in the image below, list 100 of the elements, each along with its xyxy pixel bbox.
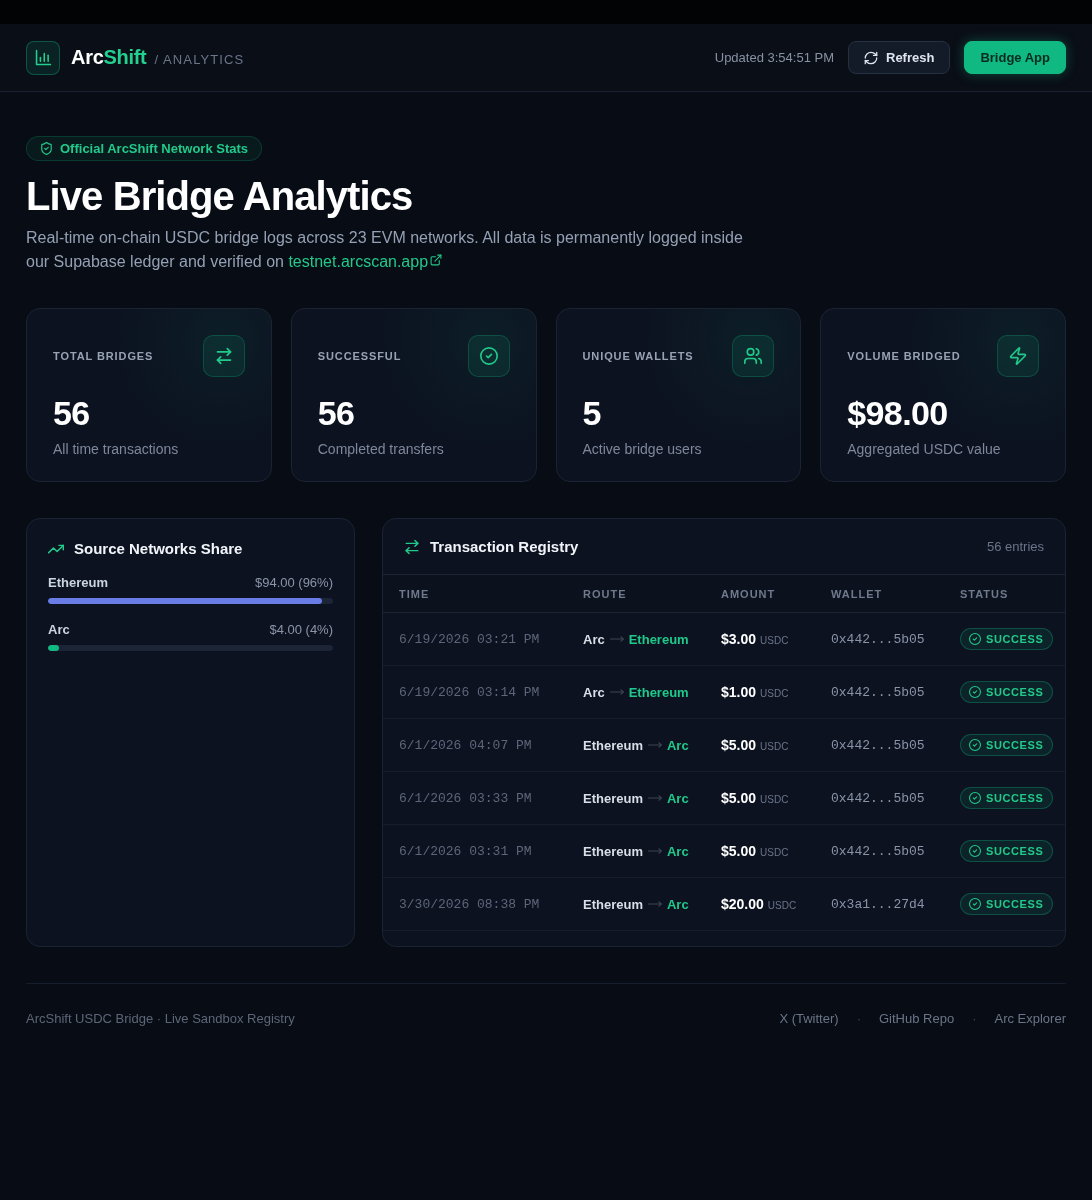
source-network: Ethereum — [583, 790, 643, 806]
separator-dot: · — [972, 1010, 977, 1028]
column-header: STATUS — [960, 587, 1009, 600]
time-cell: 6/1/2026 03:31 PM — [399, 843, 532, 859]
destination-network: Arc — [666, 896, 689, 912]
wallet-address: 0x442...5b05 — [831, 684, 925, 700]
column-header: TIME — [399, 587, 430, 600]
shield-check-icon — [40, 142, 53, 155]
amount-value: $5.00 — [721, 790, 757, 806]
refresh-button[interactable]: Refresh — [848, 41, 951, 74]
network-name: Arc — [48, 621, 70, 639]
check-circle-icon — [969, 739, 981, 751]
brand-name: ArcShift — [71, 46, 147, 69]
time-cell: 6/1/2026 03:33 PM — [399, 790, 532, 806]
check-circle-icon — [969, 686, 981, 698]
currency-unit: USDC — [760, 847, 789, 858]
stat-label: TOTAL BRIDGES — [53, 350, 154, 362]
footer-text: ArcShift USDC Bridge · Live Sandbox Registry — [26, 1010, 295, 1028]
wallet-address: 0x442...5b05 — [831, 737, 925, 753]
destination-network: Ethereum — [628, 684, 689, 700]
currency-unit: USDC — [760, 794, 789, 805]
panel-title: Transaction Registry — [430, 538, 579, 555]
footer-link[interactable]: X (Twitter) — [779, 1010, 839, 1028]
swap-arrows-icon — [202, 335, 245, 377]
time-cell: 6/19/2026 03:14 PM — [399, 684, 540, 700]
currency-unit: USDC — [767, 900, 797, 911]
status-text: SUCCESS — [986, 898, 1044, 910]
column-header: ROUTE — [583, 587, 627, 600]
source-network: Ethereum — [583, 737, 643, 753]
check-circle-icon — [969, 898, 981, 910]
updated-time: Updated 3:54:51 PM — [714, 50, 834, 65]
explorer-link[interactable]: testnet.arcscan.app — [288, 253, 443, 270]
check-circle-icon — [969, 845, 981, 857]
arrow-right-icon — [647, 901, 662, 907]
wallet-address: 0x442...5b05 — [831, 790, 925, 806]
source-network: Ethereum — [583, 843, 643, 859]
wallet-address: 0x442...5b05 — [831, 631, 925, 647]
wallet-address: 0x3a1...27d4 — [831, 896, 925, 912]
separator-dot: · — [856, 1010, 861, 1028]
column-header: WALLET — [831, 587, 883, 600]
column-header: AMOUNT — [721, 587, 776, 600]
bar-chart-icon — [26, 40, 60, 75]
currency-unit: USDC — [760, 635, 789, 646]
stat-label: UNIQUE WALLETS — [582, 350, 694, 362]
swap-arrows-icon — [404, 538, 420, 555]
status-text: SUCCESS — [986, 633, 1044, 645]
stat-value: 56 — [53, 394, 90, 432]
stat-value: $98.00 — [847, 394, 948, 432]
stat-value: 56 — [317, 394, 355, 432]
destination-network: Arc — [666, 843, 689, 859]
panel-title: Source Networks Share — [74, 540, 243, 557]
check-circle-icon — [969, 792, 981, 804]
arrow-right-icon — [647, 795, 662, 801]
currency-unit: USDC — [760, 741, 789, 752]
primary-button[interactable]: Bridge App — [964, 41, 1066, 74]
amount-value: $1.00 — [721, 684, 757, 700]
amount-value: $3.00 — [721, 631, 757, 647]
arrow-right-icon — [609, 636, 624, 642]
destination-network: Arc — [666, 737, 689, 753]
section-label: / ANALYTICS — [154, 51, 245, 67]
currency-unit: USDC — [760, 688, 789, 699]
destination-network: Ethereum — [628, 631, 689, 647]
amount-value: $5.00 — [721, 737, 757, 753]
stat-label: VOLUME BRIDGED — [847, 350, 961, 362]
arrow-right-icon — [647, 742, 662, 748]
description-text: Real-time on-chain USDC bridge logs across 23 EVM networks. All data is permanently logged inside our Supabase ledger and verified on testnet.arcscan.app — [26, 228, 744, 272]
badge-text: Official ArcShift Network Stats — [60, 141, 249, 156]
external-link-icon — [430, 254, 443, 266]
stat-caption: Completed transfers — [317, 440, 444, 459]
arrow-right-icon — [647, 848, 662, 854]
status-text: SUCCESS — [986, 792, 1044, 804]
footer-link[interactable]: GitHub Repo — [878, 1010, 955, 1028]
amount-value: $5.00 — [721, 843, 757, 859]
source-network: Arc — [583, 631, 605, 647]
stat-label: SUCCESSFUL — [317, 350, 402, 362]
time-cell: 6/19/2026 03:21 PM — [399, 631, 540, 647]
users-icon — [732, 335, 775, 377]
destination-network: Arc — [666, 790, 689, 806]
network-amount: $4.00 (4%) — [269, 621, 333, 639]
page-title: Live Bridge Analytics — [26, 173, 414, 220]
stat-caption: All time transactions — [53, 440, 179, 459]
source-network: Ethereum — [583, 896, 643, 912]
footer-link[interactable]: Arc Explorer — [994, 1010, 1066, 1028]
check-circle-icon — [969, 633, 981, 645]
status-text: SUCCESS — [986, 739, 1044, 751]
entries-count: 56 entries — [986, 539, 1044, 554]
lightning-icon — [997, 335, 1039, 377]
arrow-right-icon — [609, 689, 624, 695]
status-text: SUCCESS — [986, 686, 1044, 698]
refresh-icon — [864, 50, 878, 65]
wallet-address: 0x442...5b05 — [831, 843, 925, 859]
time-cell: 3/30/2026 08:38 PM — [399, 896, 540, 912]
source-network: Arc — [583, 684, 605, 700]
stat-value: 5 — [582, 394, 601, 432]
time-cell: 6/1/2026 04:07 PM — [399, 737, 532, 753]
status-text: SUCCESS — [986, 845, 1044, 857]
network-name: Ethereum — [48, 574, 108, 592]
amount-value: $20.00 — [721, 896, 764, 912]
stat-caption: Active bridge users — [582, 440, 702, 459]
network-amount: $94.00 (96%) — [254, 574, 333, 592]
